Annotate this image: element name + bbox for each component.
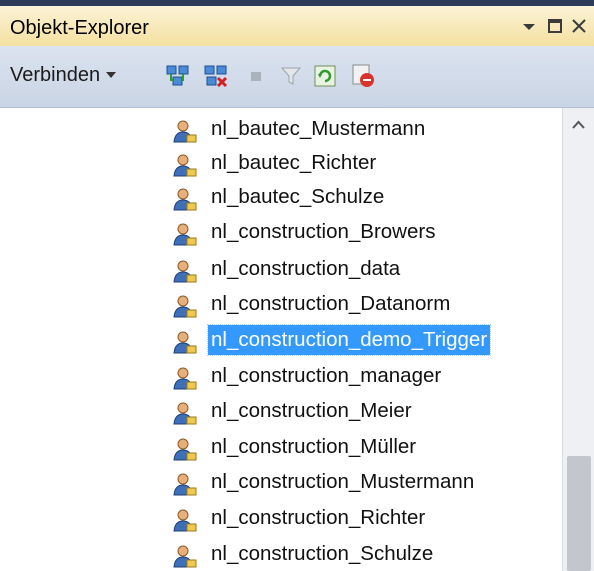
tree-item-label: nl_construction_Richter [211, 506, 426, 529]
tree-item-label: nl_bautec_Schulze [211, 185, 385, 208]
tree-item-label: nl_bautec_Mustermann [211, 117, 426, 140]
user-icon [172, 152, 198, 178]
tree-view[interactable]: nl_bautec_Mustermann nl_bautec_Richter n… [0, 108, 562, 571]
tree-item-label: nl_construction_Mustermann [211, 470, 475, 493]
tree-item[interactable]: nl_construction_Schulze [172, 537, 562, 571]
tree-item-label: nl_construction_Browers [211, 220, 436, 243]
user-icon [172, 543, 198, 569]
close-icon[interactable] [568, 14, 590, 38]
user-icon [172, 329, 198, 355]
user-icon [172, 293, 198, 319]
vertical-scrollbar[interactable] [562, 108, 594, 571]
tree-item[interactable]: nl_construction_Meier [172, 394, 562, 430]
stop-icon [243, 63, 269, 89]
filter-icon [278, 63, 304, 89]
tree-item-label: nl_construction_Meier [211, 399, 412, 422]
tree-item[interactable]: nl_bautec_Schulze [172, 180, 562, 216]
refresh-icon[interactable] [312, 63, 338, 89]
tree-item[interactable]: nl_construction_manager [172, 359, 562, 395]
tree-item-label: nl_construction_data [211, 257, 401, 280]
scrollbar-thumb[interactable] [567, 456, 591, 571]
user-icon [172, 186, 198, 212]
tree-item-label: nl_construction_Datanorm [211, 292, 451, 315]
connect-icon[interactable] [165, 63, 191, 89]
user-icon [172, 436, 198, 462]
user-icon [172, 118, 198, 144]
tree-item[interactable]: nl_construction_Browers [172, 215, 562, 251]
tree-item-label: nl_construction_demo_Trigger [206, 324, 492, 356]
user-icon [172, 221, 198, 247]
connect-dropdown-button[interactable]: Verbinden [10, 64, 117, 87]
tree-item-label: nl_construction_Schulze [211, 542, 434, 565]
title-bar: Objekt-Explorer [0, 0, 594, 46]
user-icon [172, 400, 198, 426]
tree-item[interactable]: nl_construction_Richter [172, 501, 562, 537]
object-explorer-window: Objekt-Explorer Verbinden nl_bautec_Must… [0, 0, 594, 571]
dropdown-arrow-icon[interactable] [518, 14, 540, 38]
tree-item[interactable]: nl_construction_Datanorm [172, 287, 562, 323]
user-icon [172, 258, 198, 284]
tree-item-selected[interactable]: nl_construction_demo_Trigger [172, 323, 562, 359]
tree-item[interactable]: nl_construction_Müller [172, 430, 562, 466]
user-icon [172, 365, 198, 391]
user-icon [172, 471, 198, 497]
disconnect-icon[interactable] [203, 63, 229, 89]
tree-item[interactable]: nl_construction_data [172, 252, 562, 288]
maximize-icon[interactable] [544, 14, 566, 38]
user-icon [172, 507, 198, 533]
tree-item[interactable]: nl_construction_Mustermann [172, 465, 562, 501]
scroll-up-arrow-icon[interactable] [563, 108, 594, 142]
tree-item-label: nl_bautec_Richter [211, 151, 377, 174]
tree-item-label: nl_construction_Müller [211, 435, 417, 458]
tree-item[interactable]: nl_bautec_Richter [172, 146, 562, 182]
activity-monitor-icon[interactable] [350, 63, 376, 89]
tree-item-label: nl_construction_manager [211, 364, 442, 387]
chevron-down-icon [106, 72, 117, 78]
connect-label: Verbinden [10, 64, 101, 86]
tree-item[interactable]: nl_bautec_Mustermann [172, 112, 562, 148]
toolbar: Verbinden [0, 46, 594, 108]
window-title: Objekt-Explorer [10, 17, 149, 39]
